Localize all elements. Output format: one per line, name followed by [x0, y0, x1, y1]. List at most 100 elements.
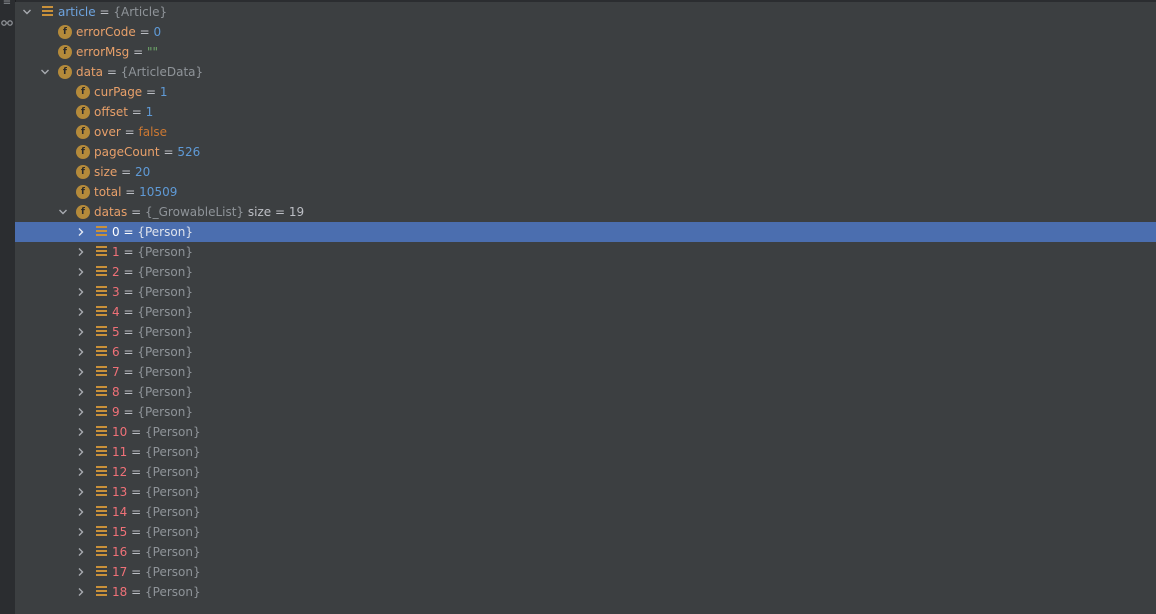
tree-row-item[interactable]: 6 = {Person}	[15, 342, 1156, 362]
equals-sign: =	[133, 45, 144, 59]
equals-sign: =	[139, 25, 150, 39]
tree-row-item[interactable]: 0 = {Person}	[15, 222, 1156, 242]
tree-row-item[interactable]: 8 = {Person}	[15, 382, 1156, 402]
tree-row-item[interactable]: 11 = {Person}	[15, 442, 1156, 462]
tree-row-item[interactable]: 16 = {Person}	[15, 542, 1156, 562]
item-index: 0	[112, 225, 120, 239]
chevron-right-icon[interactable]	[74, 242, 88, 262]
tree-row-datas[interactable]: f datas = {_GrowableList} size = 19	[15, 202, 1156, 222]
tree-row-item[interactable]: 14 = {Person}	[15, 502, 1156, 522]
variable-name: over	[94, 125, 121, 139]
object-icon	[96, 226, 107, 238]
tree-row-item[interactable]: 2 = {Person}	[15, 262, 1156, 282]
tree-row-item[interactable]: 9 = {Person}	[15, 402, 1156, 422]
equals-sign: =	[131, 425, 142, 439]
variable-type: {_GrowableList}	[145, 205, 245, 219]
tree-row-item[interactable]: 4 = {Person}	[15, 302, 1156, 322]
glasses-icon[interactable]	[0, 17, 14, 31]
tree-row-errorCode[interactable]: f errorCode = 0	[15, 22, 1156, 42]
variable-value: 1	[145, 105, 154, 119]
variable-type: {Person}	[145, 505, 201, 519]
chevron-right-icon[interactable]	[74, 582, 88, 602]
object-icon	[96, 566, 107, 578]
chevron-right-icon[interactable]	[74, 542, 88, 562]
chevron-right-icon[interactable]	[74, 302, 88, 322]
variable-type: {Person}	[137, 225, 193, 239]
object-icon	[96, 326, 107, 338]
equals-sign: =	[123, 225, 134, 239]
item-index: 4	[112, 305, 120, 319]
item-index: 10	[112, 425, 128, 439]
tree-row-item[interactable]: 3 = {Person}	[15, 282, 1156, 302]
tree-row-item[interactable]: 12 = {Person}	[15, 462, 1156, 482]
tree-row-errorMsg[interactable]: f errorMsg = ""	[15, 42, 1156, 62]
object-icon	[96, 346, 107, 358]
chevron-right-icon[interactable]	[74, 502, 88, 522]
tree-row-offset[interactable]: f offset = 1	[15, 102, 1156, 122]
variable-value: 526	[177, 145, 201, 159]
chevron-right-icon[interactable]	[74, 222, 88, 242]
chevron-right-icon[interactable]	[74, 382, 88, 402]
variable-value: 1	[159, 85, 168, 99]
equals-sign: =	[99, 5, 110, 19]
chevron-right-icon[interactable]	[74, 342, 88, 362]
variable-value: 10509	[139, 185, 178, 199]
equals-sign: =	[131, 565, 142, 579]
chevron-right-icon[interactable]	[74, 422, 88, 442]
tree-row-article[interactable]: article = {Article}	[15, 2, 1156, 22]
object-icon	[96, 286, 107, 298]
chevron-right-icon[interactable]	[74, 362, 88, 382]
chevron-right-icon[interactable]	[74, 262, 88, 282]
object-icon	[96, 406, 107, 418]
equals-sign: =	[123, 245, 134, 259]
variable-type: {ArticleData}	[120, 65, 204, 79]
field-icon: f	[76, 185, 90, 199]
tree-row-item[interactable]: 10 = {Person}	[15, 422, 1156, 442]
variable-name: article	[58, 5, 96, 19]
tree-row-item[interactable]: 1 = {Person}	[15, 242, 1156, 262]
item-index: 14	[112, 505, 128, 519]
tree-row-item[interactable]: 7 = {Person}	[15, 362, 1156, 382]
variable-type: {Person}	[137, 305, 193, 319]
tree-row-item[interactable]: 18 = {Person}	[15, 582, 1156, 602]
equals-sign: =	[131, 525, 142, 539]
variables-tree[interactable]: article = {Article} f errorCode = 0 f er…	[15, 2, 1156, 614]
tree-row-curPage[interactable]: f curPage = 1	[15, 82, 1156, 102]
list-icon[interactable]: ≡	[0, 0, 14, 10]
chevron-right-icon[interactable]	[74, 522, 88, 542]
tree-row-item[interactable]: 5 = {Person}	[15, 322, 1156, 342]
item-index: 9	[112, 405, 120, 419]
tree-row-item[interactable]: 13 = {Person}	[15, 482, 1156, 502]
item-index: 1	[112, 245, 120, 259]
variable-name: size	[94, 165, 118, 179]
chevron-right-icon[interactable]	[74, 562, 88, 582]
equals-sign: =	[121, 165, 132, 179]
chevron-right-icon[interactable]	[74, 482, 88, 502]
object-icon	[96, 306, 107, 318]
equals-sign: =	[131, 445, 142, 459]
chevron-right-icon[interactable]	[74, 462, 88, 482]
tree-row-data[interactable]: f data = {ArticleData}	[15, 62, 1156, 82]
tree-row-item[interactable]: 15 = {Person}	[15, 522, 1156, 542]
chevron-right-icon[interactable]	[74, 322, 88, 342]
field-icon: f	[76, 125, 90, 139]
variable-name: total	[94, 185, 122, 199]
variable-name: curPage	[94, 85, 143, 99]
equals-sign: =	[123, 365, 134, 379]
item-index: 5	[112, 325, 120, 339]
chevron-right-icon[interactable]	[74, 402, 88, 422]
item-index: 6	[112, 345, 120, 359]
chevron-down-icon[interactable]	[38, 62, 52, 82]
chevron-right-icon[interactable]	[74, 282, 88, 302]
tree-row-size[interactable]: f size = 20	[15, 162, 1156, 182]
chevron-down-icon[interactable]	[56, 202, 70, 222]
tree-row-pageCount[interactable]: f pageCount = 526	[15, 142, 1156, 162]
tree-row-over[interactable]: f over = false	[15, 122, 1156, 142]
tree-row-total[interactable]: f total = 10509	[15, 182, 1156, 202]
tree-row-item[interactable]: 17 = {Person}	[15, 562, 1156, 582]
item-index: 3	[112, 285, 120, 299]
chevron-right-icon[interactable]	[74, 442, 88, 462]
object-icon	[96, 546, 107, 558]
chevron-down-icon[interactable]	[20, 2, 34, 22]
variable-value: 0	[153, 25, 162, 39]
